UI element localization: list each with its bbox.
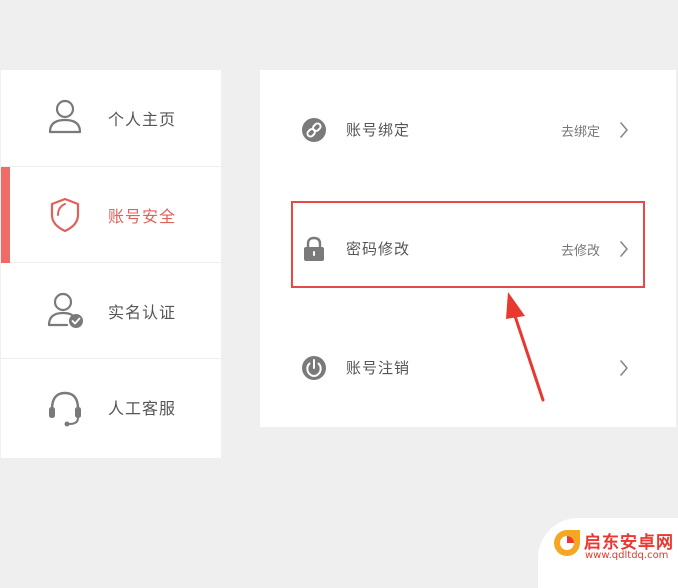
annotation-arrow [506, 292, 545, 402]
sidebar-item-customer-service[interactable]: 人工客服 [1, 359, 221, 455]
modify-action-link[interactable]: 去修改 [561, 240, 600, 259]
shield-icon [50, 197, 80, 233]
sidebar: 个人主页 账号安全 实名认证 人工客服 [1, 70, 221, 458]
sidebar-item-label: 人工客服 [108, 399, 177, 418]
sidebar-item-verification[interactable]: 实名认证 [1, 263, 221, 359]
row-label: 账号注销 [346, 359, 411, 377]
row-account-binding[interactable]: 账号绑定 去绑定 [260, 100, 676, 160]
watermark-url: www.qdltdq.com [585, 550, 669, 561]
row-label: 账号绑定 [346, 121, 411, 139]
user-icon [48, 99, 82, 134]
watermark: 启东安卓网 www.qdltdq.com [538, 518, 678, 588]
watermark-logo-icon [554, 530, 580, 556]
lock-icon [304, 236, 324, 261]
user-verified-icon [47, 292, 83, 328]
chevron-right-icon [620, 360, 628, 376]
chevron-right-icon [620, 122, 628, 138]
row-account-cancellation[interactable]: 账号注销 [260, 338, 676, 398]
sidebar-item-label: 个人主页 [108, 110, 177, 129]
row-label: 密码修改 [346, 240, 411, 258]
link-icon [302, 118, 326, 142]
active-indicator [1, 167, 10, 263]
headset-icon [49, 391, 81, 427]
security-panel: 账号绑定 去绑定 密码修改 去修改 账号注销 [260, 70, 676, 427]
sidebar-item-security[interactable]: 账号安全 [1, 167, 221, 263]
power-icon [302, 356, 326, 380]
sidebar-item-label: 账号安全 [108, 206, 177, 226]
sidebar-item-profile[interactable]: 个人主页 [1, 70, 221, 167]
row-password-change[interactable]: 密码修改 去修改 [260, 219, 676, 279]
bind-action-link[interactable]: 去绑定 [561, 121, 600, 140]
sidebar-item-label: 实名认证 [108, 302, 177, 322]
chevron-right-icon [620, 241, 628, 257]
